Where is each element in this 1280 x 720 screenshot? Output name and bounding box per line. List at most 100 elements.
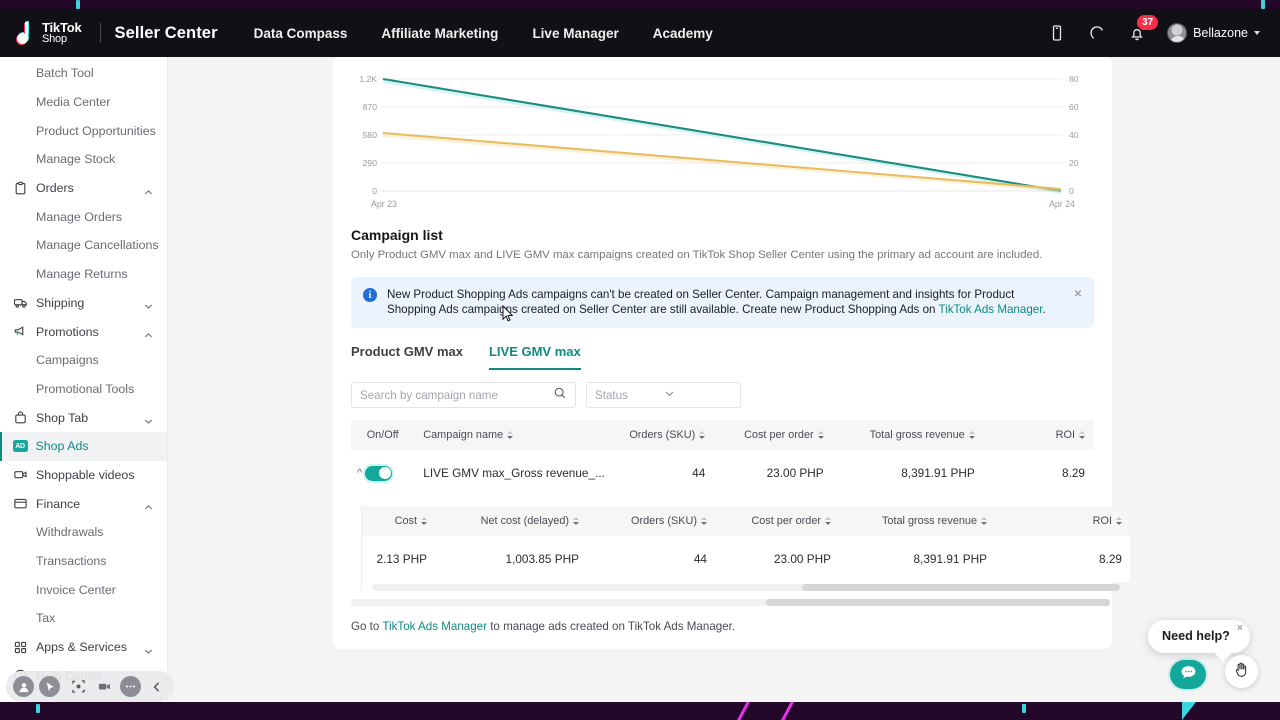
- collapse-toolbar-icon[interactable]: [146, 676, 167, 697]
- cell-roi: 8.29: [996, 536, 1130, 582]
- sidebar-item-label: Withdrawals: [13, 525, 167, 539]
- expand-collapse-icon[interactable]: ^: [357, 467, 362, 479]
- chevron-down-icon: [144, 413, 153, 422]
- sidebar-item-label: Campaigns: [13, 353, 167, 367]
- sort-icon[interactable]: [981, 517, 987, 525]
- inner-horizontal-scrollbar[interactable]: [372, 584, 1120, 591]
- more-options-icon[interactable]: [120, 676, 141, 697]
- mobile-icon[interactable]: [1047, 23, 1067, 43]
- sidebar-item-tax[interactable]: Tax: [0, 604, 167, 633]
- tiktok-shop-logo[interactable]: TikTok Shop: [14, 21, 82, 45]
- col-label: Orders (SKU): [629, 429, 695, 441]
- sidebar-item-manage-orders[interactable]: Manage Orders: [0, 202, 167, 231]
- cell-roi: 8.29: [984, 450, 1094, 496]
- col-orders-sku: Orders (SKU): [596, 420, 714, 450]
- sidebar-item-batch-tool[interactable]: Batch Tool: [0, 59, 167, 88]
- table-header-row: On/Off Campaign name Orders (SKU): [351, 420, 1094, 450]
- sort-icon[interactable]: [421, 517, 427, 525]
- table-footer-note: Go to TikTok Ads Manager to manage ads c…: [351, 620, 1094, 649]
- sidebar-item-label: Manage Orders: [13, 210, 167, 224]
- sidebar-item-transactions[interactable]: Transactions: [0, 547, 167, 576]
- campaign-toggle[interactable]: [365, 466, 392, 481]
- search-input[interactable]: [360, 389, 553, 402]
- tiktok-ads-manager-link[interactable]: TikTok Ads Manager: [382, 620, 487, 633]
- sidebar-item-label: Product Opportunities: [13, 124, 167, 138]
- sidebar-item-campaigns[interactable]: Campaigns: [0, 346, 167, 375]
- tab-live-gmv-max[interactable]: LIVE GMV max: [489, 344, 581, 370]
- sort-icon[interactable]: [701, 517, 707, 525]
- svg-text:60: 60: [1069, 102, 1079, 112]
- col-label: Total gross revenue: [870, 429, 965, 441]
- sidebar-item-shoppable-videos[interactable]: Shoppable videos: [0, 461, 167, 490]
- sidebar-item-finance[interactable]: Finance: [0, 489, 167, 518]
- headset-icon[interactable]: [1087, 23, 1107, 43]
- nav-live-manager[interactable]: Live Manager: [532, 26, 618, 41]
- seller-center-title: Seller Center: [115, 24, 218, 43]
- sidebar-item-withdrawals[interactable]: Withdrawals: [0, 518, 167, 547]
- bell-icon[interactable]: 37: [1127, 23, 1147, 43]
- footer-text-before-link: Go to: [351, 620, 382, 633]
- sort-icon[interactable]: [825, 517, 831, 525]
- sidebar-item-label: Batch Tool: [13, 66, 167, 80]
- sidebar-item-label: Manage Returns: [13, 267, 167, 281]
- nav-academy[interactable]: Academy: [653, 26, 713, 41]
- user-avatar-icon[interactable]: [13, 676, 34, 697]
- svg-text:290: 290: [363, 158, 378, 168]
- nav-data-compass[interactable]: Data Compass: [254, 26, 348, 41]
- close-icon[interactable]: ×: [1074, 286, 1082, 300]
- hand-icon: [1233, 661, 1250, 683]
- sort-icon[interactable]: [969, 431, 975, 439]
- sidebar-item-invoice-center[interactable]: Invoice Center: [0, 575, 167, 604]
- search-box[interactable]: [351, 382, 576, 408]
- hand-cursor-button[interactable]: [1225, 655, 1258, 688]
- close-icon[interactable]: ×: [1237, 623, 1243, 634]
- sidebar-item-shop-ads[interactable]: AD Shop Ads: [0, 432, 167, 461]
- col-orders-sku: Orders (SKU): [588, 506, 716, 536]
- table-row[interactable]: ^ LIVE GMV max_Gross revenue_... 44 23.0…: [351, 450, 1094, 496]
- sidebar-item-manage-returns[interactable]: Manage Returns: [0, 260, 167, 289]
- outer-horizontal-scrollbar[interactable]: [351, 599, 1110, 606]
- user-menu[interactable]: Bellazone: [1167, 23, 1260, 43]
- sort-icon[interactable]: [1079, 431, 1085, 439]
- status-filter-dropdown[interactable]: Status: [586, 382, 741, 408]
- chevron-down-icon: [144, 298, 153, 307]
- sidebar-item-product-opportunities[interactable]: Product Opportunities: [0, 116, 167, 145]
- sidebar-item-label: Tax: [13, 611, 167, 625]
- cell-orders-sku: 44: [588, 536, 716, 582]
- screenshot-icon[interactable]: [68, 676, 89, 697]
- cursor-icon[interactable]: [39, 676, 60, 697]
- sort-icon[interactable]: [507, 431, 513, 439]
- table-row[interactable]: 2.13 PHP 1,003.85 PHP 44 23.00 PHP 8,391…: [361, 536, 1130, 582]
- sidebar-item-shipping[interactable]: Shipping: [0, 289, 167, 318]
- scrollbar-thumb[interactable]: [766, 599, 1110, 606]
- sort-icon[interactable]: [573, 517, 579, 525]
- sidebar-item-promotional-tools[interactable]: Promotional Tools: [0, 375, 167, 404]
- chevron-up-icon: [144, 184, 153, 193]
- sidebar-item-manage-stock[interactable]: Manage Stock: [0, 145, 167, 174]
- cell-total-gross-revenue: 8,391.91 PHP: [840, 536, 996, 582]
- chat-support-button[interactable]: [1170, 660, 1206, 689]
- scrollbar-thumb[interactable]: [802, 584, 1120, 591]
- nav-affiliate-marketing[interactable]: Affiliate Marketing: [381, 26, 498, 41]
- sidebar-item-label: Finance: [36, 497, 144, 511]
- tiktok-ads-manager-link[interactable]: TikTok Ads Manager: [938, 303, 1042, 316]
- search-icon[interactable]: [553, 386, 567, 405]
- sidebar-item-apps-services[interactable]: Apps & Services: [0, 633, 167, 662]
- brand-line-2: Shop: [42, 34, 82, 45]
- col-cost: Cost: [361, 506, 436, 536]
- sort-icon[interactable]: [1116, 517, 1122, 525]
- sort-icon[interactable]: [699, 431, 705, 439]
- sort-icon[interactable]: [818, 431, 824, 439]
- cell-campaign-name: LIVE GMV max_Gross revenue_...: [414, 450, 588, 496]
- sidebar-item-orders[interactable]: Orders: [0, 174, 167, 203]
- sidebar-item-shop-tab[interactable]: Shop Tab: [0, 403, 167, 432]
- sidebar-item-manage-cancellations[interactable]: Manage Cancellations: [0, 231, 167, 260]
- megaphone-icon: [13, 324, 28, 339]
- bag-icon: [13, 410, 28, 425]
- sidebar-item-media-center[interactable]: Media Center: [0, 88, 167, 117]
- sidebar-item-label: Shop Ads: [36, 439, 168, 453]
- banner-text-before-link: New Product Shopping Ads campaigns can't…: [387, 288, 1014, 316]
- sidebar-item-promotions[interactable]: Promotions: [0, 317, 167, 346]
- tab-product-gmv-max[interactable]: Product GMV max: [351, 344, 463, 370]
- video-record-icon[interactable]: [94, 676, 115, 697]
